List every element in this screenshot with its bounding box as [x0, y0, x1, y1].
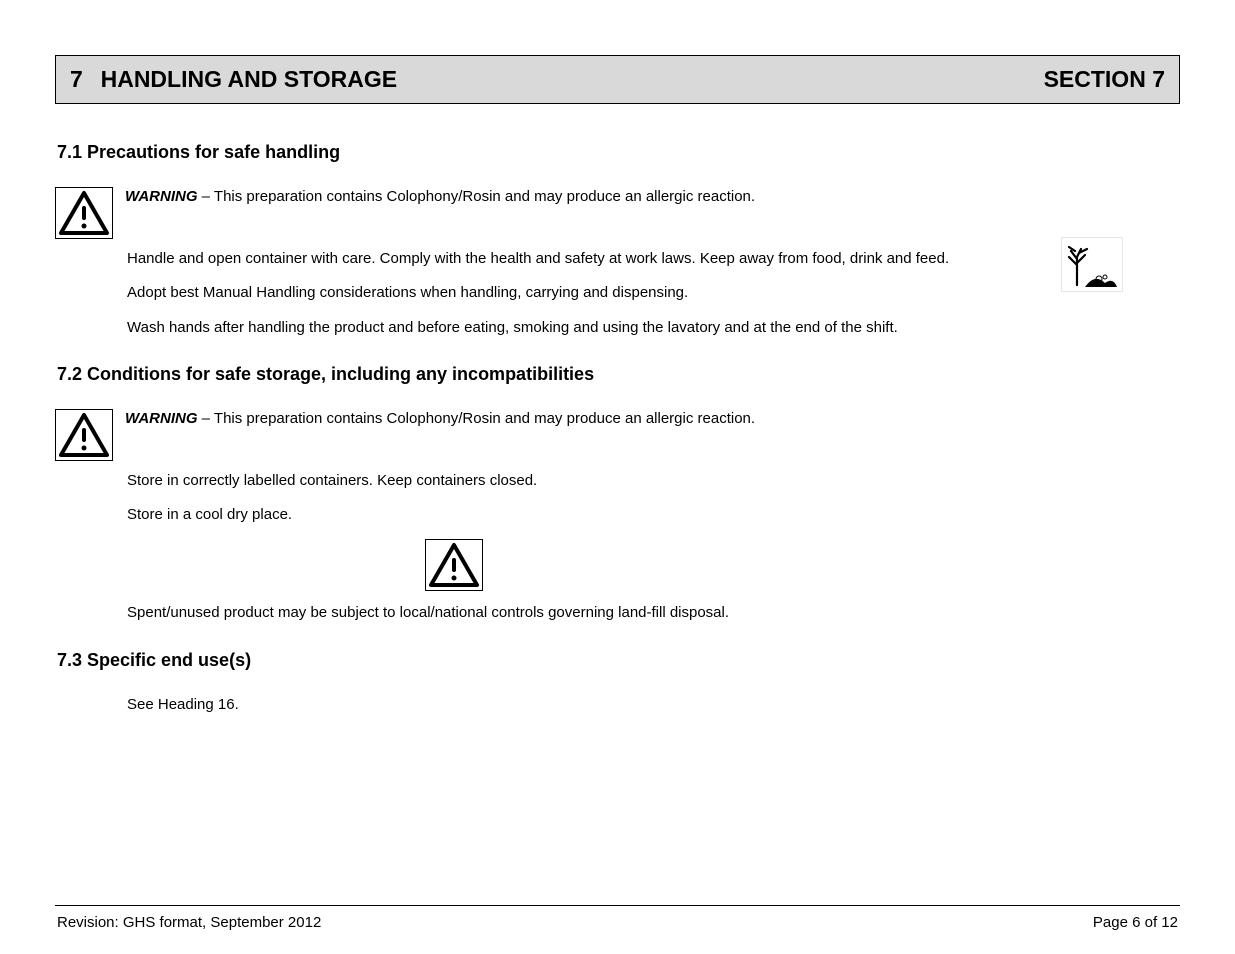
section-number: 7	[70, 66, 83, 92]
sub1-p3: Wash hands after handling the product an…	[55, 318, 1180, 338]
page-footer: Revision: GHS format, September 2012 Pag…	[55, 905, 1180, 931]
sub1-p1: Handle and open container with care. Com…	[55, 249, 1180, 269]
warning-2-lead: WARNING	[125, 410, 198, 427]
warning-block-1: WARNING – This preparation contains Colo…	[55, 187, 1180, 239]
section-header: 7 HANDLING AND STORAGE SECTION 7	[55, 55, 1180, 104]
warning-1-body: – This preparation contains Colophony/Ro…	[198, 188, 756, 205]
footer-revision: Revision: GHS format, September 2012	[57, 914, 321, 931]
section-right-label: SECTION 7	[1044, 66, 1165, 93]
subsection-7-3-title: 7.3 Specific end use(s)	[57, 650, 1180, 671]
sub2-p2: Store in a cool dry place.	[55, 505, 1180, 525]
warning-triangle-icon	[55, 187, 113, 239]
subsection-7-2-title: 7.2 Conditions for safe storage, includi…	[57, 364, 1180, 385]
warning-1-text: WARNING – This preparation contains Colo…	[125, 187, 1180, 207]
environment-note: Spent/unused product may be subject to l…	[55, 603, 1180, 623]
sub1-p2: Adopt best Manual Handling consideration…	[55, 283, 1180, 303]
footer-page-number: Page 6 of 12	[1093, 914, 1178, 931]
warning-triangle-icon	[55, 409, 113, 461]
warning-block-2: WARNING – This preparation contains Colo…	[55, 409, 1180, 461]
warning-block-3	[55, 539, 1180, 591]
sub2-p1: Store in correctly labelled containers. …	[55, 471, 1180, 491]
warning-1-lead: WARNING	[125, 188, 198, 205]
section-title: HANDLING AND STORAGE	[101, 66, 397, 92]
warning-2-body: – This preparation contains Colophony/Ro…	[198, 410, 756, 427]
warning-triangle-icon	[425, 539, 483, 591]
subsection-7-1-title: 7.1 Precautions for safe handling	[57, 142, 1180, 163]
warning-2-text: WARNING – This preparation contains Colo…	[125, 409, 1180, 429]
environment-tree-icon	[1061, 237, 1123, 292]
sub3-p1: See Heading 16.	[55, 695, 1180, 715]
